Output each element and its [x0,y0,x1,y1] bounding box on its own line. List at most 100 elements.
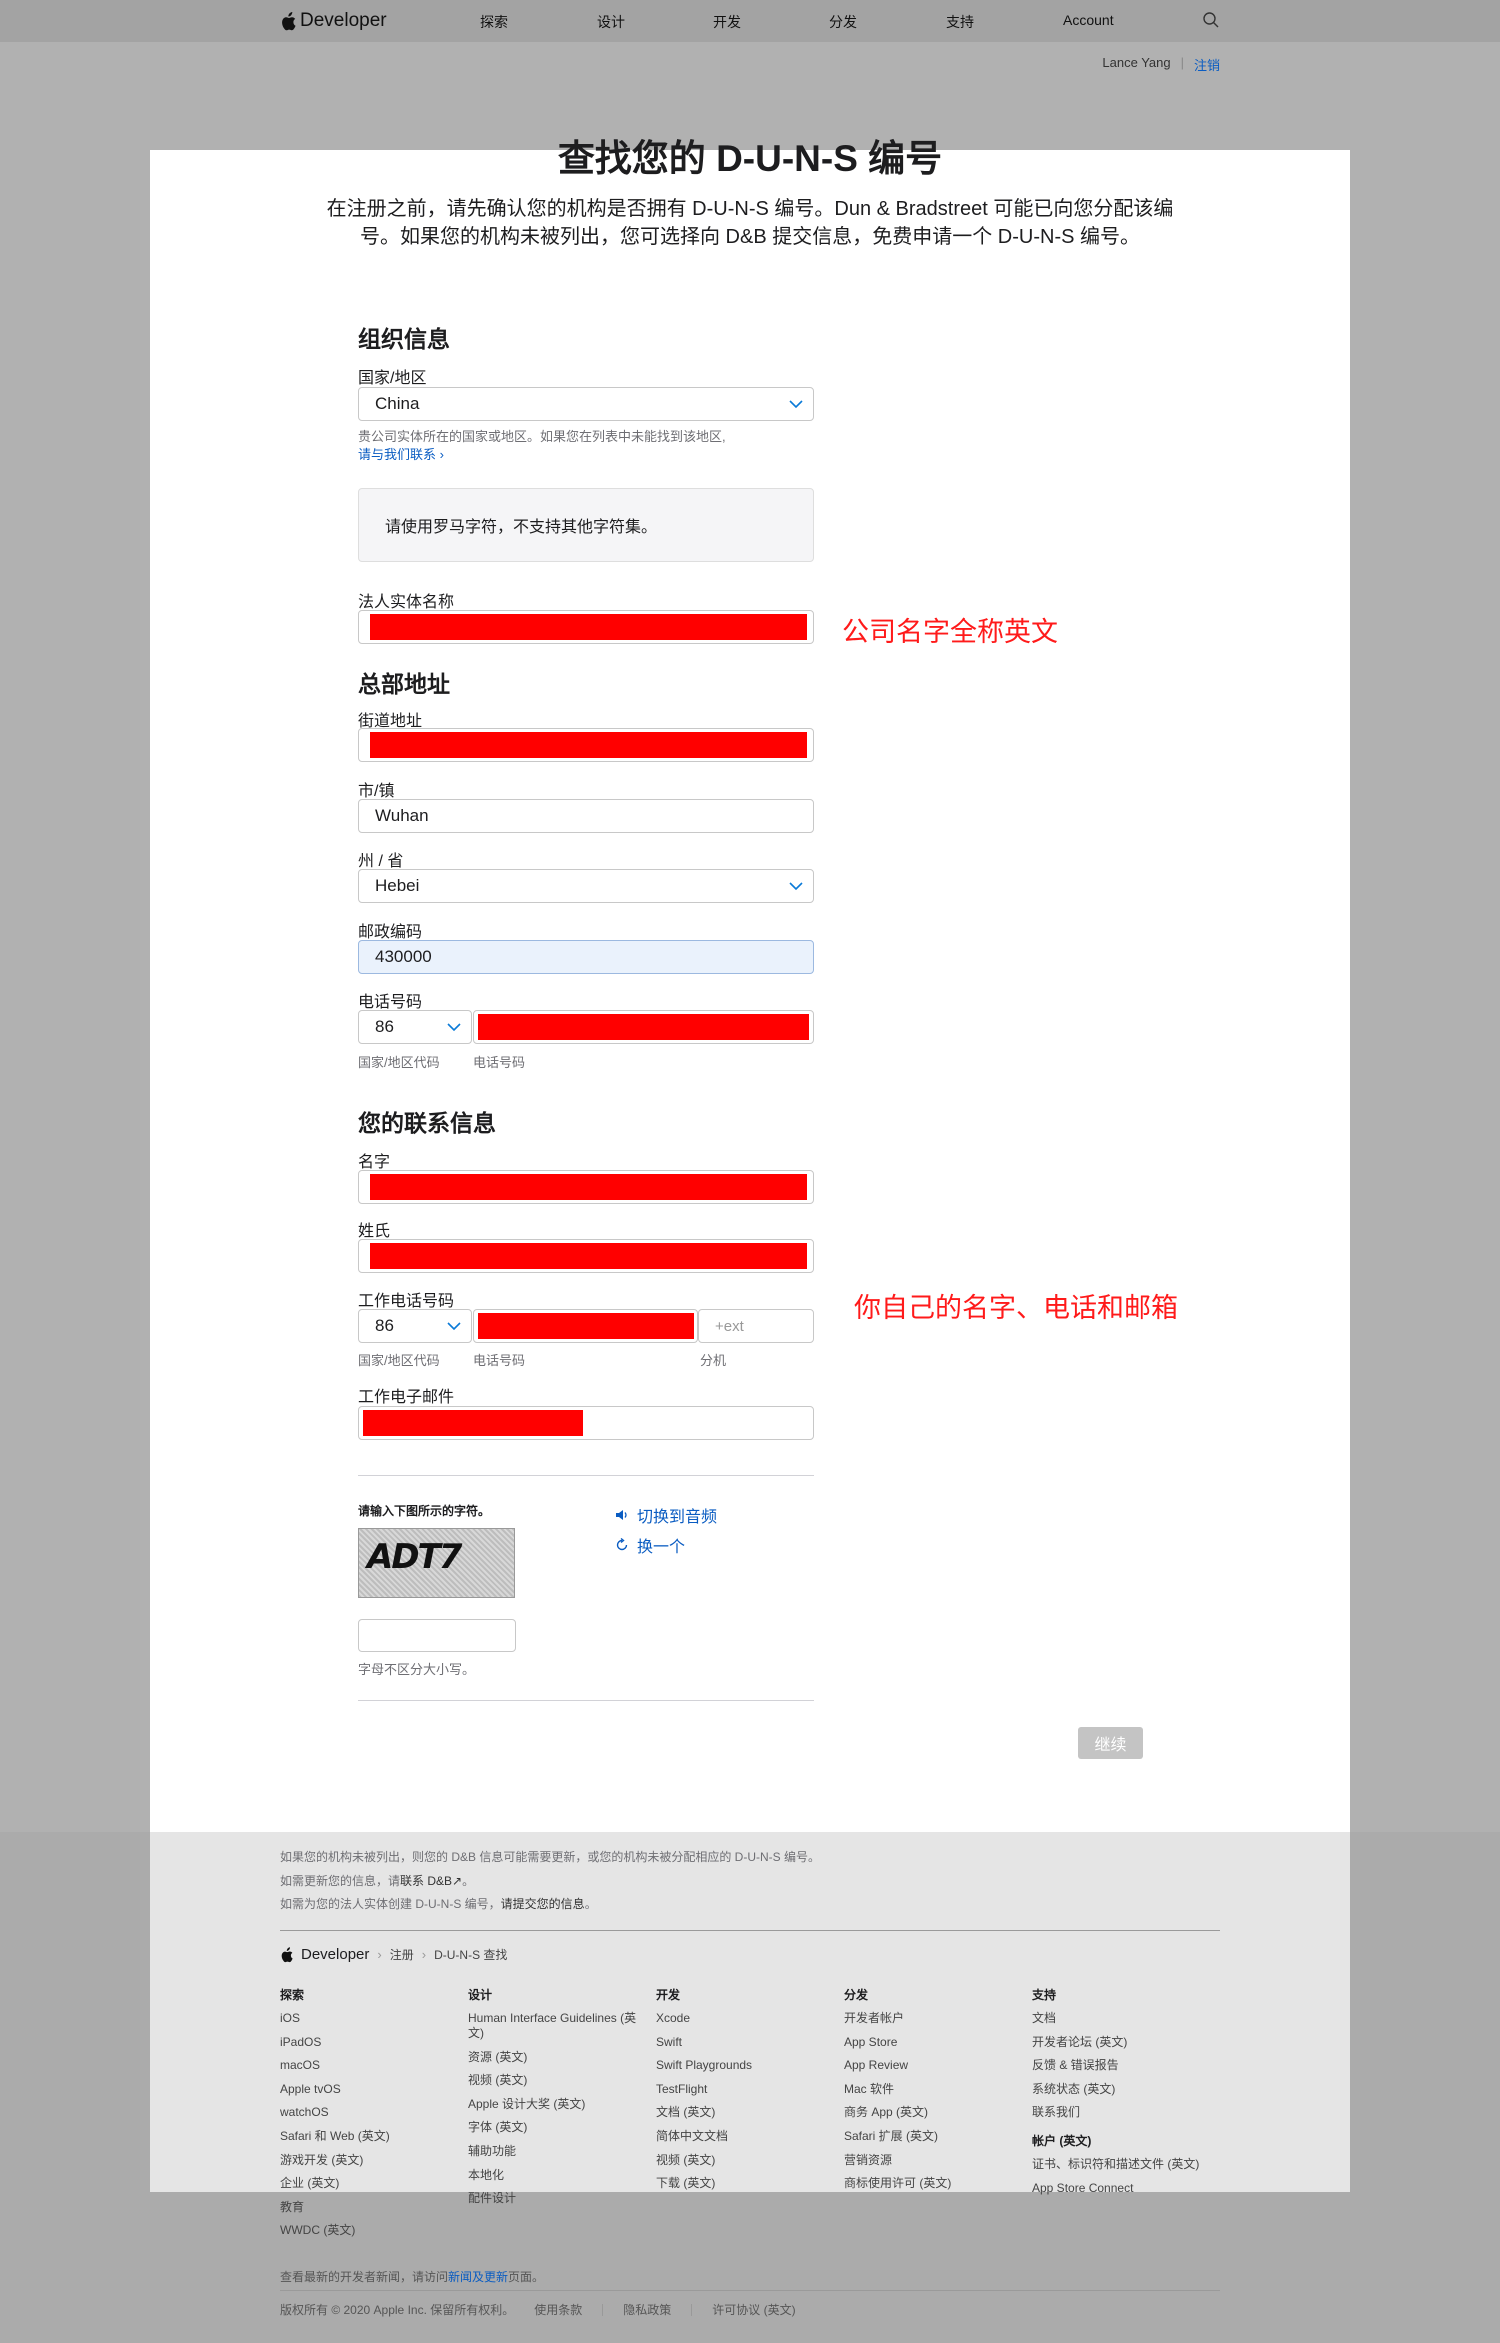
submit-info-link[interactable]: 请提交您的信息 [501,1897,585,1911]
footer-link[interactable]: 视频 (英文) [468,2073,648,2088]
footer-link[interactable]: Mac 软件 [844,2082,1024,2097]
chevron-down-icon [789,882,803,891]
footer-link[interactable]: 字体 (英文) [468,2120,648,2135]
footer-breadcrumb: Developer › 注册 › D-U-N-S 查找 [280,1946,507,1963]
work-country-code-select[interactable]: 86 [358,1309,472,1343]
footer-note-3: 如需为您的法人实体创建 D-U-N-S 编号，请提交您的信息。 [280,1895,597,1912]
breadcrumb-register[interactable]: 注册 [390,1946,414,1963]
legal-name-redaction [370,614,807,640]
captcha-image: ADT7 [358,1528,515,1598]
footer-link[interactable]: watchOS [280,2105,460,2120]
footer-link[interactable]: App Store [844,2035,1024,2050]
footer-brand-text[interactable]: Developer [301,1946,369,1963]
footer-link[interactable]: 反馈 & 错误报告 [1032,2058,1212,2073]
footer-link[interactable]: 下载 (英文) [656,2176,836,2191]
footer-link[interactable]: 视频 (英文) [656,2153,836,2168]
footer-link[interactable]: Safari 和 Web (英文) [280,2129,460,2144]
footer-news-suffix: 页面。 [508,2270,545,2284]
footer-link[interactable]: Human Interface Guidelines (英文) [468,2011,648,2041]
legal-name-label: 法人实体名称 [358,594,455,611]
hq-sub-phone: 电话号码 [473,1055,526,1070]
footer-link[interactable]: WWDC (英文) [280,2223,460,2238]
extension-field[interactable]: +ext [698,1309,814,1343]
state-select[interactable]: Hebei [358,869,814,903]
breadcrumb-duns-lookup: D-U-N-S 查找 [434,1948,508,1962]
contact-dnb-link[interactable]: 联系 D&B↗ [400,1874,462,1888]
footer-link[interactable]: Xcode [656,2011,836,2026]
footer-link[interactable]: Apple 设计大奖 (英文) [468,2097,648,2112]
footer-column-explore: 探索 iOS iPadOS macOS Apple tvOS watchOS Safari … [280,1986,460,2247]
license-link[interactable]: 许可协议 (英文) [712,2301,795,2318]
logout-link[interactable]: 注销 [1194,55,1220,74]
footer-link[interactable]: 商标使用许可 (英文) [844,2176,1024,2191]
footer-link[interactable]: 证书、标识符和描述文件 (英文) [1032,2157,1212,2172]
intro-text: 在注册之前，请先确认您的机构是否拥有 D-U-N-S 编号。Dun & Brad… [326,198,1174,248]
street-redaction [370,732,807,758]
footer-link[interactable]: App Store Connect [1032,2181,1212,2196]
footer-link[interactable]: 文档 (英文) [656,2105,836,2120]
footer-column-heading: 分发 [844,1988,869,2002]
first-name-redaction [370,1174,807,1200]
footer-link[interactable]: iOS [280,2011,460,2026]
footer-link[interactable]: 企业 (英文) [280,2176,460,2191]
footer-link[interactable]: 商务 App (英文) [844,2105,1024,2120]
footer-link[interactable]: 本地化 [468,2168,648,2183]
footer-link[interactable]: 开发者论坛 (英文) [1032,2035,1212,2050]
footer-link[interactable]: macOS [280,2058,460,2073]
footer-link[interactable]: 辅助功能 [468,2144,648,2159]
footer-link[interactable]: Safari 扩展 (英文) [844,2129,1024,2144]
nav-item-design[interactable]: 设计 [597,12,625,32]
search-icon[interactable] [1202,11,1220,29]
nav-item-distribute[interactable]: 分发 [829,12,857,32]
captcha-divider-bottom [358,1700,814,1701]
chevron-down-icon [447,1023,461,1032]
footer-news-prefix: 查看最新的开发者新闻，请访问 [280,2270,449,2284]
nav-item-explore[interactable]: 探索 [480,12,508,32]
nav-item-account[interactable]: Account [1063,12,1114,28]
country-select[interactable]: China [358,387,814,421]
footer-link[interactable]: 资源 (英文) [468,2050,648,2065]
footer-link[interactable]: 联系我们 [1032,2105,1212,2120]
news-link[interactable]: 新闻及更新 [448,2270,508,2284]
legal-bar: 版权所有 © 2020 Apple Inc. 保留所有权利。 使用条款 隐私政策… [280,2301,796,2318]
nav-item-support[interactable]: 支持 [946,12,974,32]
captcha-divider-top [358,1475,814,1476]
first-name-label: 名字 [358,1154,391,1171]
contact-us-link[interactable]: 请与我们联系 › [358,446,444,464]
work-sub-phone: 电话号码 [473,1353,526,1368]
legal-separator [691,2303,693,2316]
footer-link[interactable]: 系统状态 (英文) [1032,2082,1212,2097]
footer-link[interactable]: 游戏开发 (英文) [280,2153,460,2168]
footer-link[interactable]: 文档 [1032,2011,1212,2026]
roman-characters-notice: 请使用罗马字符，不支持其他字符集。 [358,488,814,562]
footer-link[interactable]: Swift [656,2035,836,2050]
hq-country-code-value: 86 [375,1017,394,1036]
footer-link[interactable]: 配件设计 [468,2191,648,2206]
user-bar: Lance Yang | 注销 [1102,55,1220,74]
hq-sub-country-code: 国家/地区代码 [358,1055,440,1070]
hq-country-code-select[interactable]: 86 [358,1010,472,1044]
last-name-label: 姓氏 [358,1223,391,1240]
footer-link[interactable]: iPadOS [280,2035,460,2050]
refresh-icon [616,1538,628,1551]
footer-link[interactable]: 营销资源 [844,2153,1024,2168]
footer-link[interactable]: 简体中文文档 [656,2129,836,2144]
city-field[interactable]: Wuhan [358,799,814,833]
nav-item-develop[interactable]: 开发 [713,12,741,32]
footer-link[interactable]: 教育 [280,2200,460,2215]
terms-link[interactable]: 使用条款 [534,2301,582,2318]
footer-link[interactable]: Apple tvOS [280,2082,460,2097]
captcha-input[interactable] [358,1619,516,1652]
footer-link[interactable]: 开发者帐户 [844,2011,1024,2026]
footer-link[interactable]: App Review [844,2058,1024,2073]
org-section-heading: 组织信息 [358,326,450,352]
continue-button[interactable]: 继续 [1078,1727,1143,1759]
switch-to-audio-button[interactable]: 切换到音频 [615,1503,717,1527]
developer-logo[interactable]: Developer [280,10,387,32]
refresh-captcha-button[interactable]: 换一个 [615,1533,685,1557]
privacy-link[interactable]: 隐私政策 [623,2301,671,2318]
footer-link[interactable]: TestFlight [656,2082,836,2097]
footer-link[interactable]: Swift Playgrounds [656,2058,836,2073]
footer-column-develop: 开发 Xcode Swift Swift Playgrounds TestFlight 文… [656,1986,836,2200]
postal-field[interactable]: 430000 [358,940,814,974]
